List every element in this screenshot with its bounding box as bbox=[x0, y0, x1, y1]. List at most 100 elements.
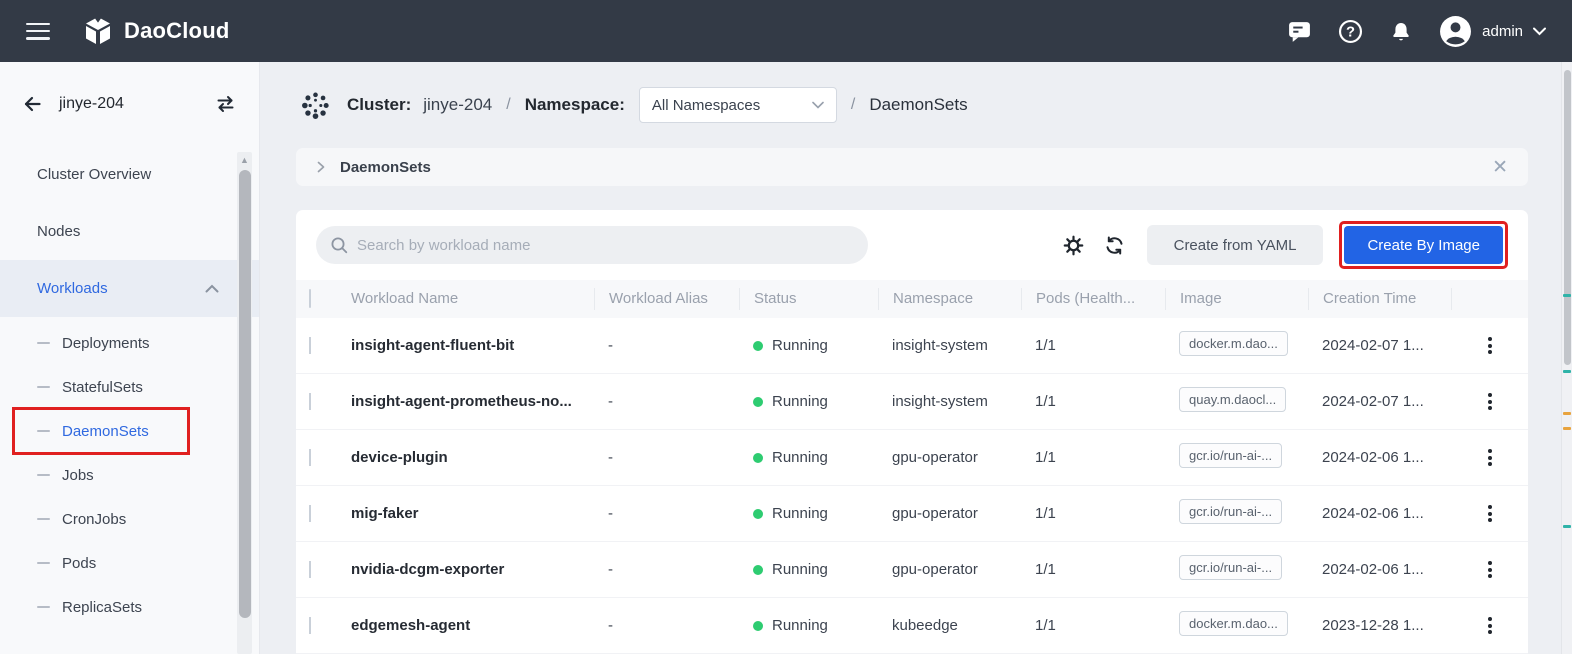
row-checkbox[interactable] bbox=[309, 561, 311, 578]
create-by-image-button[interactable]: Create By Image bbox=[1344, 226, 1503, 264]
sidebar-item-workloads[interactable]: Workloads bbox=[0, 260, 259, 317]
status-text: Running bbox=[772, 561, 828, 578]
cluster-dots-icon bbox=[300, 90, 331, 121]
image-tag[interactable]: docker.m.dao... bbox=[1179, 331, 1288, 356]
sidebar-scrollbar[interactable]: ▲ bbox=[237, 152, 252, 654]
image-tag[interactable]: docker.m.dao... bbox=[1179, 611, 1288, 636]
workload-name[interactable]: edgemesh-agent bbox=[337, 617, 594, 634]
kebab-icon[interactable] bbox=[1480, 443, 1500, 473]
menu-icon[interactable] bbox=[26, 23, 50, 40]
dash-icon bbox=[37, 386, 50, 389]
namespace-select[interactable]: All Namespaces bbox=[639, 87, 837, 123]
kebab-icon[interactable] bbox=[1480, 555, 1500, 585]
namespace-label: Namespace: bbox=[525, 95, 625, 115]
table-row[interactable]: device-plugin - Running gpu-operator 1/1… bbox=[296, 430, 1528, 486]
sidebar-item-pods[interactable]: Pods bbox=[0, 541, 259, 585]
page-scrollbar[interactable] bbox=[1561, 62, 1572, 654]
sidebar-item-cluster-overview[interactable]: Cluster Overview bbox=[0, 146, 259, 203]
help-icon[interactable]: ? bbox=[1338, 19, 1363, 44]
switch-cluster-icon[interactable] bbox=[214, 94, 237, 114]
image-tag[interactable]: gcr.io/run-ai-... bbox=[1179, 443, 1282, 468]
scrollbar-marker bbox=[1563, 427, 1571, 430]
refresh-icon[interactable] bbox=[1104, 235, 1125, 256]
sidebar-item-daemonsets[interactable]: DaemonSets bbox=[0, 409, 259, 453]
pods-cell: 1/1 bbox=[1021, 393, 1165, 410]
workload-name[interactable]: mig-faker bbox=[337, 505, 594, 522]
column-header-status[interactable]: Status bbox=[739, 288, 878, 310]
row-checkbox[interactable] bbox=[309, 449, 311, 466]
sidebar-item-label: Cluster Overview bbox=[37, 166, 151, 183]
table-row[interactable]: insight-agent-fluent-bit - Running insig… bbox=[296, 318, 1528, 374]
creation-time-cell: 2024-02-06 1... bbox=[1308, 505, 1451, 522]
cluster-value[interactable]: jinye-204 bbox=[423, 95, 492, 115]
sidebar-item-replicasets[interactable]: ReplicaSets bbox=[0, 585, 259, 629]
scrollbar-marker bbox=[1563, 412, 1571, 415]
user-menu[interactable]: admin bbox=[1439, 15, 1546, 48]
kebab-icon[interactable] bbox=[1480, 387, 1500, 417]
namespace-cell: gpu-operator bbox=[878, 561, 1021, 578]
workload-name[interactable]: nvidia-dcgm-exporter bbox=[337, 561, 594, 578]
chevron-right-icon[interactable] bbox=[316, 161, 326, 173]
column-header-workload-alias[interactable]: Workload Alias bbox=[594, 288, 739, 310]
table-row[interactable]: nvidia-dcgm-exporter - Running gpu-opera… bbox=[296, 542, 1528, 598]
app-window: DaoCloud ? bbox=[0, 0, 1572, 654]
brand[interactable]: DaoCloud bbox=[82, 15, 229, 47]
row-checkbox[interactable] bbox=[309, 337, 311, 354]
status-text: Running bbox=[772, 393, 828, 410]
sidebar: jinye-204 Cluster Overview Nodes Workloa… bbox=[0, 62, 260, 654]
kebab-icon[interactable] bbox=[1480, 331, 1500, 361]
search-input[interactable] bbox=[357, 237, 854, 254]
select-all-checkbox[interactable] bbox=[309, 289, 311, 308]
namespace-cell: gpu-operator bbox=[878, 505, 1021, 522]
workload-name[interactable]: device-plugin bbox=[337, 449, 594, 466]
dash-icon bbox=[37, 430, 50, 433]
chevron-down-icon bbox=[812, 101, 824, 109]
row-checkbox[interactable] bbox=[309, 505, 311, 522]
sidebar-item-nodes[interactable]: Nodes bbox=[0, 203, 259, 260]
column-header-pods[interactable]: Pods (Health... bbox=[1021, 288, 1165, 310]
sidebar-item-label: Deployments bbox=[62, 335, 150, 352]
dash-icon bbox=[37, 342, 50, 345]
scrollbar-marker bbox=[1563, 525, 1571, 528]
scrollbar-thumb[interactable] bbox=[1564, 70, 1571, 365]
workload-name[interactable]: insight-agent-fluent-bit bbox=[337, 337, 594, 354]
column-header-image[interactable]: Image bbox=[1165, 288, 1308, 310]
sidebar-item-label: ReplicaSets bbox=[62, 599, 142, 616]
image-tag[interactable]: quay.m.daocl... bbox=[1179, 387, 1286, 412]
annotation-highlight-box: Create By Image bbox=[1339, 221, 1508, 269]
column-header-namespace[interactable]: Namespace bbox=[878, 288, 1021, 310]
image-tag[interactable]: gcr.io/run-ai-... bbox=[1179, 499, 1282, 524]
gear-icon[interactable] bbox=[1063, 235, 1084, 256]
sidebar-item-deployments[interactable]: Deployments bbox=[0, 321, 259, 365]
sidebar-item-jobs[interactable]: Jobs bbox=[0, 453, 259, 497]
row-checkbox[interactable] bbox=[309, 617, 311, 634]
sidebar-item-cronjobs[interactable]: CronJobs bbox=[0, 497, 259, 541]
table-row[interactable]: edgemesh-agent - Running kubeedge 1/1 do… bbox=[296, 598, 1528, 654]
chat-icon[interactable] bbox=[1287, 20, 1312, 43]
cluster-label: Cluster: bbox=[347, 95, 411, 115]
table-row[interactable]: mig-faker - Running gpu-operator 1/1 gcr… bbox=[296, 486, 1528, 542]
sidebar-cluster-name: jinye-204 bbox=[59, 95, 124, 113]
scroll-up-arrow-icon[interactable]: ▲ bbox=[237, 152, 252, 168]
pods-cell: 1/1 bbox=[1021, 617, 1165, 634]
separator: / bbox=[851, 96, 855, 114]
scrollbar-thumb[interactable] bbox=[239, 170, 251, 618]
back-icon[interactable] bbox=[22, 94, 43, 114]
column-header-workload-name[interactable]: Workload Name bbox=[337, 288, 594, 310]
table-row[interactable]: insight-agent-prometheus-no... - Running… bbox=[296, 374, 1528, 430]
workload-name[interactable]: insight-agent-prometheus-no... bbox=[337, 393, 594, 410]
kebab-icon[interactable] bbox=[1480, 611, 1500, 641]
image-tag[interactable]: gcr.io/run-ai-... bbox=[1179, 555, 1282, 580]
row-checkbox[interactable] bbox=[309, 393, 311, 410]
sidebar-item-statefulsets[interactable]: StatefulSets bbox=[0, 365, 259, 409]
status-dot bbox=[753, 453, 763, 463]
user-name: admin bbox=[1482, 23, 1523, 40]
daocloud-logo-icon bbox=[82, 15, 114, 47]
close-icon[interactable]: ✕ bbox=[1492, 158, 1508, 177]
create-from-yaml-button[interactable]: Create from YAML bbox=[1147, 225, 1324, 265]
bell-icon[interactable] bbox=[1389, 20, 1413, 43]
kebab-icon[interactable] bbox=[1480, 499, 1500, 529]
status-text: Running bbox=[772, 449, 828, 466]
column-header-creation-time[interactable]: Creation Time bbox=[1308, 288, 1451, 310]
top-navbar: DaoCloud ? bbox=[0, 0, 1572, 62]
